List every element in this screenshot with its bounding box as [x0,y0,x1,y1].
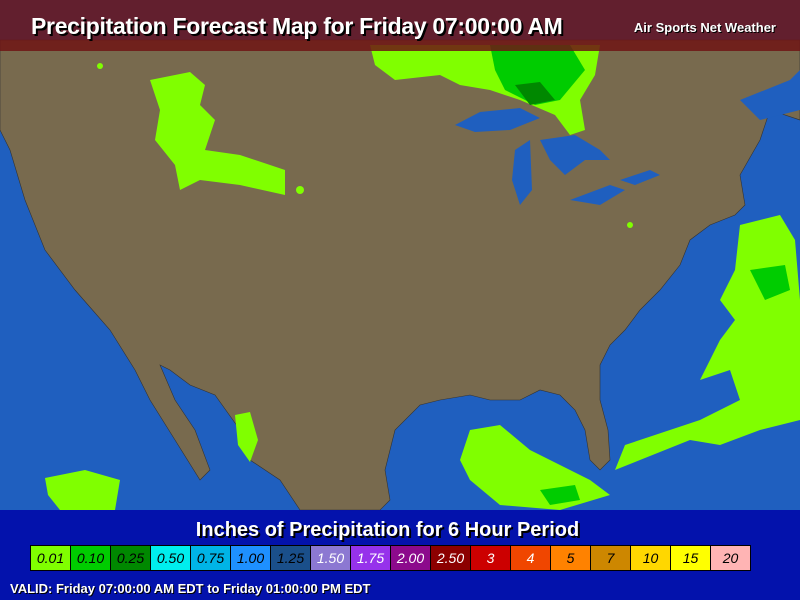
legend-swatch: 1.25 [271,546,311,570]
legend-swatch: 0.01 [31,546,71,570]
legend-swatch: 5 [551,546,591,570]
legend-swatch: 0.75 [191,546,231,570]
legend-swatch: 15 [671,546,711,570]
legend-swatch: 7 [591,546,631,570]
legend-swatch: 0.25 [111,546,151,570]
legend-swatch: 0.50 [151,546,191,570]
legend-swatch: 10 [631,546,671,570]
legend-swatch: 2.50 [431,546,471,570]
legend-swatch: 3 [471,546,511,570]
precipitation-legend: 0.01 0.10 0.25 0.50 0.75 1.00 1.25 1.50 1.75 2.00… [30,545,751,571]
header-band: Precipitation Forecast Map for Friday 07… [0,0,800,51]
legend-swatch: 20 [711,546,750,570]
brand-label: Air Sports Net Weather [633,20,776,35]
legend-swatch: 1.00 [231,546,271,570]
valid-period: VALID: Friday 07:00:00 AM EDT to Friday … [10,581,371,596]
legend-title: Inches of Precipitation for 6 Hour Perio… [195,519,580,541]
legend-swatch: 1.75 [351,546,391,570]
legend-swatch: 4 [511,546,551,570]
map-title: Precipitation Forecast Map for Friday 07… [31,13,563,39]
legend-swatch: 1.50 [311,546,351,570]
legend-band: Inches of Precipitation for 6 Hour Perio… [0,510,800,600]
legend-swatch: 0.10 [71,546,111,570]
legend-swatch: 2.00 [391,546,431,570]
